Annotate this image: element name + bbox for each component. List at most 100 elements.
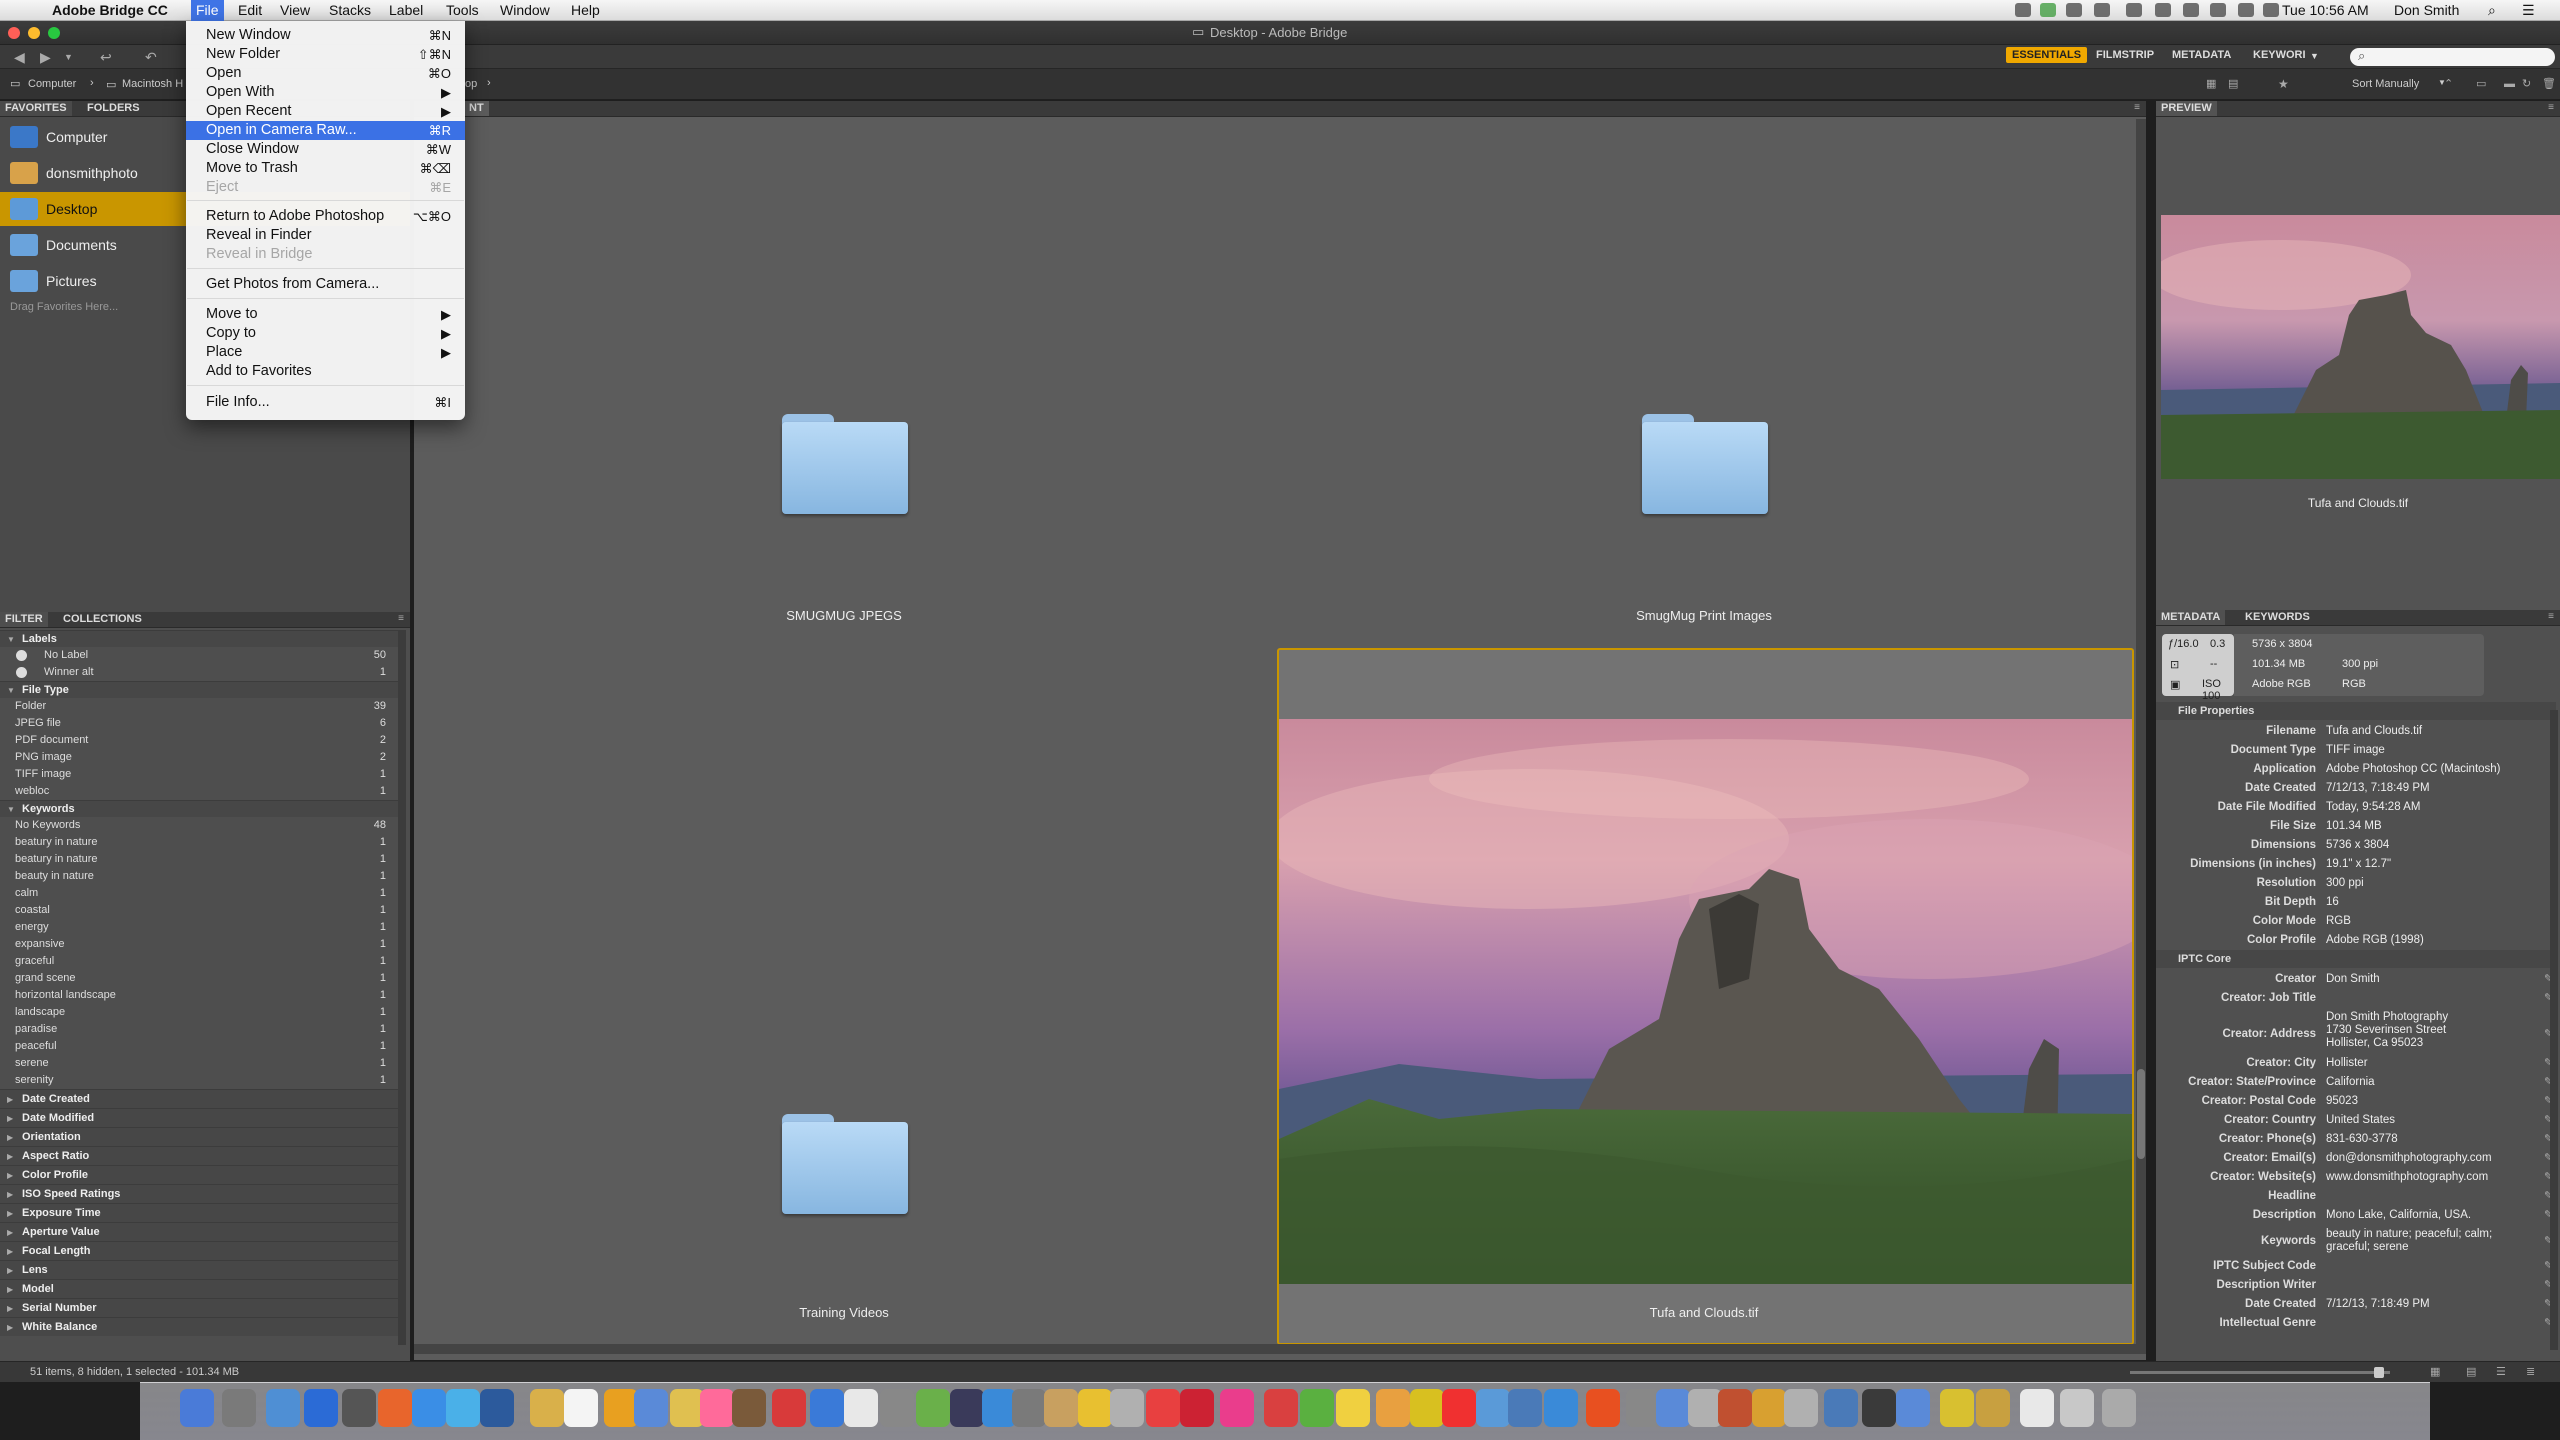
menu-item[interactable]: New Folder ⇧⌘N (186, 45, 465, 64)
dock-app-icon[interactable] (266, 1389, 300, 1427)
dock-app-icon[interactable] (1896, 1389, 1930, 1427)
filter-row[interactable]: graceful 1 (0, 953, 400, 970)
volume-icon[interactable] (2263, 3, 2279, 17)
filter-group-header[interactable]: ▶ Orientation (0, 1127, 400, 1146)
dock-app-icon[interactable] (1110, 1389, 1144, 1427)
zoom-window-button[interactable] (48, 27, 60, 39)
workspace-metadata[interactable]: METADATA (2172, 49, 2231, 61)
filter-row[interactable]: webloc 1 (0, 783, 400, 800)
boomerang-icon[interactable]: ↶ (145, 49, 161, 65)
close-window-button[interactable] (8, 27, 20, 39)
dock-app-icon[interactable] (304, 1389, 338, 1427)
filter-group-header[interactable]: ▶ Aperture Value (0, 1222, 400, 1241)
dock-app-icon[interactable] (1336, 1389, 1370, 1427)
file-properties-header[interactable]: File Properties (2156, 702, 2556, 720)
list-view-icon[interactable]: ☰ (2496, 1365, 2506, 1378)
tab-filter[interactable]: FILTER (0, 612, 48, 627)
filter-row[interactable]: Folder 39 (0, 698, 400, 715)
dock-app-icon[interactable] (1862, 1389, 1896, 1427)
iptc-core-header[interactable]: IPTC Core (2156, 950, 2556, 968)
filter-row[interactable]: JPEG file 6 (0, 715, 400, 732)
dock-app-icon[interactable] (1784, 1389, 1818, 1427)
dock-app-icon[interactable] (1180, 1389, 1214, 1427)
tab-favorites[interactable]: FAVORITES (0, 101, 72, 116)
back-icon[interactable]: ◀ (14, 49, 30, 65)
menu-item[interactable]: Copy to ▶ (186, 324, 465, 343)
menu-stacks[interactable]: Stacks (329, 2, 371, 18)
dock-app-icon[interactable] (1976, 1389, 2010, 1427)
filter-group-header[interactable]: ▼ Keywords (0, 800, 400, 817)
dock-app-icon[interactable] (1508, 1389, 1542, 1427)
tab-content[interactable]: NT (464, 101, 489, 116)
content-scrollbar[interactable] (2136, 119, 2146, 1344)
new-folder-icon[interactable]: ▬ (2504, 76, 2520, 92)
dock-app-icon[interactable] (412, 1389, 446, 1427)
menu-help[interactable]: Help (571, 2, 600, 18)
timemachine-icon[interactable] (2155, 3, 2171, 17)
dock-app-icon[interactable] (1476, 1389, 1510, 1427)
trash-icon[interactable]: 🗑 (2542, 76, 2558, 92)
workspace-essentials[interactable]: ESSENTIALS (2006, 47, 2088, 63)
dock-app-icon[interactable] (1300, 1389, 1334, 1427)
thumbnail-size-slider[interactable] (2130, 1367, 2390, 1378)
menu-item[interactable]: Move to Trash ⌘⌫ (186, 159, 465, 178)
dock-app-icon[interactable] (1044, 1389, 1078, 1427)
path-item-computer[interactable]: Computer (28, 78, 76, 90)
dock-app-icon[interactable] (378, 1389, 412, 1427)
quality-options-icon[interactable]: ▦ (2206, 76, 2222, 92)
sort-dropdown[interactable]: Sort Manually (2352, 78, 2419, 90)
dock-app-icon[interactable] (1940, 1389, 1974, 1427)
dock-app-icon[interactable] (1688, 1389, 1722, 1427)
menu-item[interactable]: Move to ▶ (186, 305, 465, 324)
recent-dropdown-icon[interactable]: ▼ (64, 49, 80, 65)
sort-ascending-icon[interactable]: ⌃ (2444, 76, 2460, 92)
status-icon-2[interactable] (2040, 3, 2056, 17)
app-name-menu[interactable]: Adobe Bridge CC (52, 2, 168, 18)
open-recent-folder-icon[interactable]: ▭ (2476, 76, 2492, 92)
dock-app-icon[interactable] (1264, 1389, 1298, 1427)
menu-item[interactable]: File Info... ⌘I (186, 393, 465, 412)
iptc-row[interactable]: Intellectual Genre ✎ (2156, 1314, 2556, 1333)
rotate-icon[interactable]: ↻ (2522, 76, 2538, 92)
filter-row[interactable]: beauty in nature 1 (0, 868, 400, 885)
airplay-icon[interactable] (2126, 3, 2142, 17)
path-item-desktop[interactable]: op (465, 78, 477, 90)
iptc-row[interactable]: Date Created 7/12/13, 7:18:49 PM ✎ (2156, 1295, 2556, 1314)
dock-app-icon[interactable] (1146, 1389, 1180, 1427)
iptc-row[interactable]: IPTC Subject Code ✎ (2156, 1257, 2556, 1276)
dock-app-icon[interactable] (1718, 1389, 1752, 1427)
folder-icon[interactable] (782, 1114, 908, 1214)
iptc-row[interactable]: Creator: State/Province California ✎ (2156, 1073, 2556, 1092)
menu-tools[interactable]: Tools (446, 2, 479, 18)
dock-app-icon[interactable] (634, 1389, 668, 1427)
menu-item[interactable]: Reveal in Finder (186, 226, 465, 245)
workspace-keywords[interactable]: KEYWORI (2253, 49, 2306, 61)
menu-item[interactable]: Place ▶ (186, 343, 465, 362)
dock-app-icon[interactable] (880, 1389, 914, 1427)
search-input[interactable] (2374, 49, 2544, 64)
filter-row[interactable]: landscape 1 (0, 1004, 400, 1021)
slider-handle[interactable] (2374, 1367, 2384, 1378)
dock-app-icon[interactable] (480, 1389, 514, 1427)
menu-window[interactable]: Window (500, 2, 550, 18)
menu-label[interactable]: Label (389, 2, 423, 18)
sync-icon[interactable] (2183, 3, 2199, 17)
return-to-photoshop-icon[interactable]: ↩ (100, 49, 116, 65)
filter-group-header[interactable]: ▶ Color Profile (0, 1165, 400, 1184)
iptc-row[interactable]: Creator: Email(s) don@donsmithphotography… (2156, 1149, 2556, 1168)
dock-app-icon[interactable] (844, 1389, 878, 1427)
rating-filter-icon[interactable]: ★ (2278, 76, 2294, 92)
dock-app-icon[interactable] (342, 1389, 376, 1427)
item-label[interactable]: SMUGMUG JPEGS (644, 608, 1044, 623)
menu-item[interactable]: Open Recent ▶ (186, 102, 465, 121)
dock-app-icon[interactable] (1376, 1389, 1410, 1427)
dock-app-icon[interactable] (810, 1389, 844, 1427)
minimize-window-button[interactable] (28, 27, 40, 39)
iptc-row[interactable]: Keywords beauty in nature; peaceful; calm… (2156, 1225, 2556, 1257)
menu-view[interactable]: View (280, 2, 310, 18)
dock-app-icon[interactable] (222, 1389, 256, 1427)
item-label[interactable]: SmugMug Print Images (1504, 608, 1904, 623)
filter-row[interactable]: No Label 50 (0, 647, 400, 664)
tab-metadata[interactable]: METADATA (2156, 610, 2226, 625)
workspace-dropdown-icon[interactable]: ▼ (2310, 51, 2319, 61)
